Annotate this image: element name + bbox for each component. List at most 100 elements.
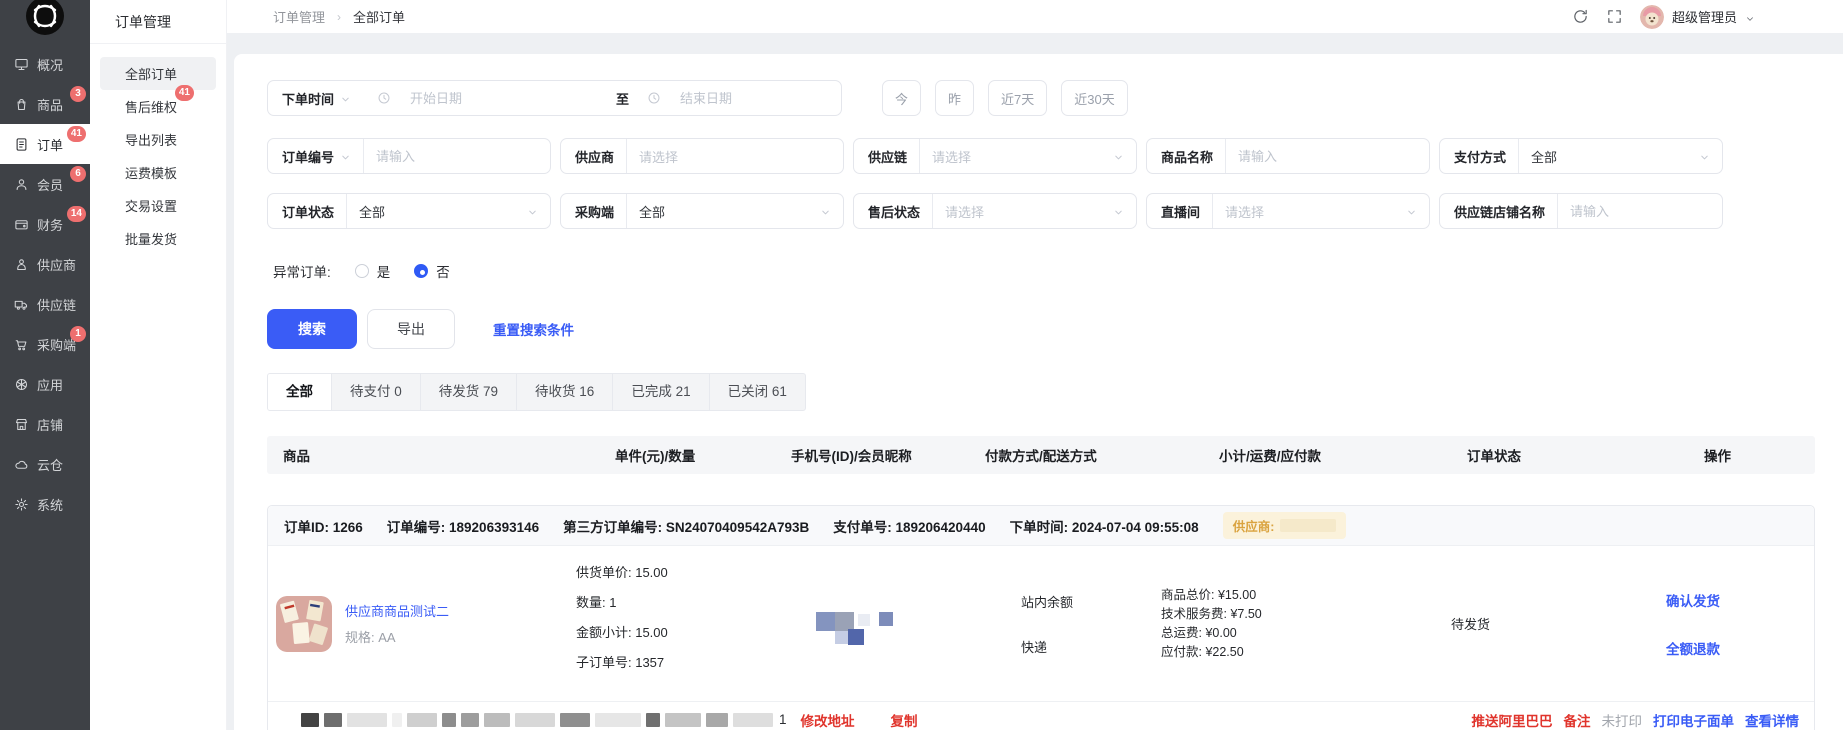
product-name-input[interactable]: [1226, 149, 1429, 164]
abnormal-no-radio[interactable]: 否: [414, 261, 450, 281]
abnormal-yes-radio[interactable]: 是: [355, 261, 391, 281]
orders-table: 商品 单件(元)/数量 手机号(ID)/会员昵称 付款方式/配送方式 小计/运费…: [267, 436, 1815, 730]
subnav-item-batch-ship[interactable]: 批量发货: [100, 222, 216, 255]
quick-7days-button[interactable]: 近7天: [988, 80, 1047, 116]
abnormal-order-label: 异常订单:: [273, 261, 331, 281]
confirm-ship-link[interactable]: 确认发货: [1666, 590, 1720, 610]
filter-row-2: 订单编号 供应商 请选择 供应链: [267, 138, 1815, 174]
freight-total: 总运费: ¥0.00: [1161, 624, 1451, 643]
remark-link[interactable]: 备注: [1564, 710, 1591, 730]
order-status-select[interactable]: 全部: [347, 202, 550, 221]
quick-today-button[interactable]: 今: [882, 80, 921, 116]
tab-to-ship[interactable]: 待发货 79: [421, 374, 517, 410]
clock-icon: [647, 91, 661, 105]
tab-to-receive[interactable]: 待收货 16: [517, 374, 613, 410]
pay-method-select[interactable]: 全部: [1519, 147, 1722, 166]
footer-actions: 推送阿里巴巴 备注 未打印 打印电子面单 查看详情: [1472, 710, 1800, 730]
purchase-side-select[interactable]: 全部: [627, 202, 843, 221]
clock-icon: [377, 91, 391, 105]
sidebar-item-finance[interactable]: 财务 14: [0, 204, 90, 244]
tab-all[interactable]: 全部: [268, 374, 332, 410]
subnav-item-export-list[interactable]: 导出列表: [100, 123, 216, 156]
order-footer: 1 修改地址 复制 推送阿里巴巴 备注 未打印 打印电子面单 查看详情: [268, 701, 1814, 730]
live-room-select[interactable]: 请选择: [1213, 202, 1429, 221]
fullscreen-icon[interactable]: [1606, 8, 1623, 25]
sidebar-item-system[interactable]: 系统: [0, 484, 90, 524]
full-refund-link[interactable]: 全额退款: [1666, 638, 1720, 658]
col-unit-qty: 单件(元)/数量: [575, 445, 791, 465]
order-meta-bar: 订单ID: 1266 订单编号: 189206393146 第三方订单编号: S…: [268, 506, 1814, 546]
secondary-sidebar: 订单管理 全部订单 售后维权41 导出列表 运费模板 交易设置 批量发货: [90, 0, 227, 730]
print-waybill-link[interactable]: 打印电子面单: [1653, 710, 1734, 730]
sidebar-item-goods[interactable]: 商品 3: [0, 84, 90, 124]
sub-order-no: 子订单号: 1357: [576, 648, 792, 678]
sidebar-item-procurement[interactable]: 采购端 1: [0, 324, 90, 364]
sidebar-item-overview[interactable]: 概况: [0, 44, 90, 84]
subnav-item-freight-template[interactable]: 运费模板: [100, 156, 216, 189]
order-no-input[interactable]: [364, 149, 550, 164]
tab-unpaid[interactable]: 待支付 0: [332, 374, 421, 410]
user-menu[interactable]: 超级管理员: [1640, 5, 1755, 29]
order-no-type-select[interactable]: 订单编号: [268, 147, 363, 166]
amount-due: 应付款: ¥22.50: [1161, 643, 1451, 662]
sidebar-item-store[interactable]: 店铺: [0, 404, 90, 444]
filter-supply-chain: 供应链 请选择: [853, 138, 1137, 174]
sidebar-item-members[interactable]: 会员 6: [0, 164, 90, 204]
product-name-link[interactable]: 供应商商品测试二: [345, 601, 449, 620]
amount-subtotal: 金额小计: 15.00: [576, 618, 792, 648]
person-icon: [13, 176, 29, 192]
radio-dot: [355, 264, 369, 278]
sidebar-item-orders[interactable]: 订单 41: [0, 124, 90, 164]
supplier-select[interactable]: 请选择: [627, 147, 843, 166]
dashboard-icon: [13, 56, 29, 72]
quick-30days-button[interactable]: 近30天: [1061, 80, 1127, 116]
chevron-down-icon: [1745, 12, 1755, 22]
modify-address-link[interactable]: 修改地址: [801, 710, 855, 730]
subnav-item-trade-settings[interactable]: 交易设置: [100, 189, 216, 222]
supply-chain-shop-input[interactable]: [1558, 204, 1722, 219]
order-id: 订单ID: 1266: [284, 516, 363, 536]
tab-closed[interactable]: 已关闭 61: [710, 374, 805, 410]
breadcrumb: 订单管理 › 全部订单: [273, 7, 405, 26]
refresh-icon[interactable]: [1572, 8, 1589, 25]
sidebar-item-apps[interactable]: 应用: [0, 364, 90, 404]
supplier-name-redacted: [1280, 519, 1336, 532]
filter-supplier: 供应商 请选择: [560, 138, 844, 174]
address-row: 1 修改地址 复制: [284, 710, 918, 730]
sidebar-item-label: 商品: [37, 95, 63, 114]
export-button[interactable]: 导出: [367, 309, 455, 349]
supplier-tag: 供应商:: [1223, 512, 1347, 539]
wheel-icon: [13, 376, 29, 392]
subnav-item-after-sales[interactable]: 售后维权41: [100, 90, 216, 123]
breadcrumb-current: 全部订单: [353, 7, 405, 26]
sidebar-item-supply-chain[interactable]: 供应链: [0, 284, 90, 324]
start-date-field[interactable]: [363, 91, 612, 106]
abnormal-order-row: 异常订单: 是 否: [267, 261, 1815, 281]
time-type-select[interactable]: 下单时间: [268, 89, 363, 108]
start-date-input[interactable]: [398, 91, 598, 106]
sidebar-item-cloud-warehouse[interactable]: 云仓: [0, 444, 90, 484]
subnav-item-all-orders[interactable]: 全部订单: [100, 57, 216, 90]
supply-chain-select[interactable]: 请选择: [920, 147, 1136, 166]
order-time: 下单时间: 2024-07-04 09:55:08: [1010, 516, 1199, 536]
search-button[interactable]: 搜索: [267, 309, 357, 349]
breadcrumb-root[interactable]: 订单管理: [273, 7, 325, 26]
view-detail-link[interactable]: 查看详情: [1745, 710, 1799, 730]
reset-filters-link[interactable]: 重置搜索条件: [493, 319, 574, 339]
unit-qty-cell: 供货单价: 15.00 数量: 1 金额小计: 15.00 子订单号: 1357: [576, 546, 792, 678]
order-ops-cell: 确认发货 全额退款: [1666, 590, 1814, 658]
order-body: 供应商商品测试二 规格: AA 供货单价: 15.00 数量: 1 金额小计: …: [268, 546, 1814, 701]
end-date-input[interactable]: [668, 91, 868, 106]
quick-yesterday-button[interactable]: 昨: [935, 80, 974, 116]
col-pay-delivery: 付款方式/配送方式: [985, 445, 1160, 465]
member-info-redacted: [816, 599, 896, 649]
date-range-to: 至: [612, 89, 633, 108]
copy-link[interactable]: 复制: [891, 710, 918, 730]
tab-completed[interactable]: 已完成 21: [613, 374, 709, 410]
sidebar-item-label: 供应链: [37, 295, 76, 314]
end-date-field[interactable]: [633, 91, 882, 106]
supply-unit-price: 供货单价: 15.00: [576, 558, 792, 588]
sidebar-item-supplier[interactable]: 供应商: [0, 244, 90, 284]
after-sales-status-select[interactable]: 请选择: [933, 202, 1136, 221]
push-alibaba-link[interactable]: 推送阿里巴巴: [1472, 710, 1553, 730]
